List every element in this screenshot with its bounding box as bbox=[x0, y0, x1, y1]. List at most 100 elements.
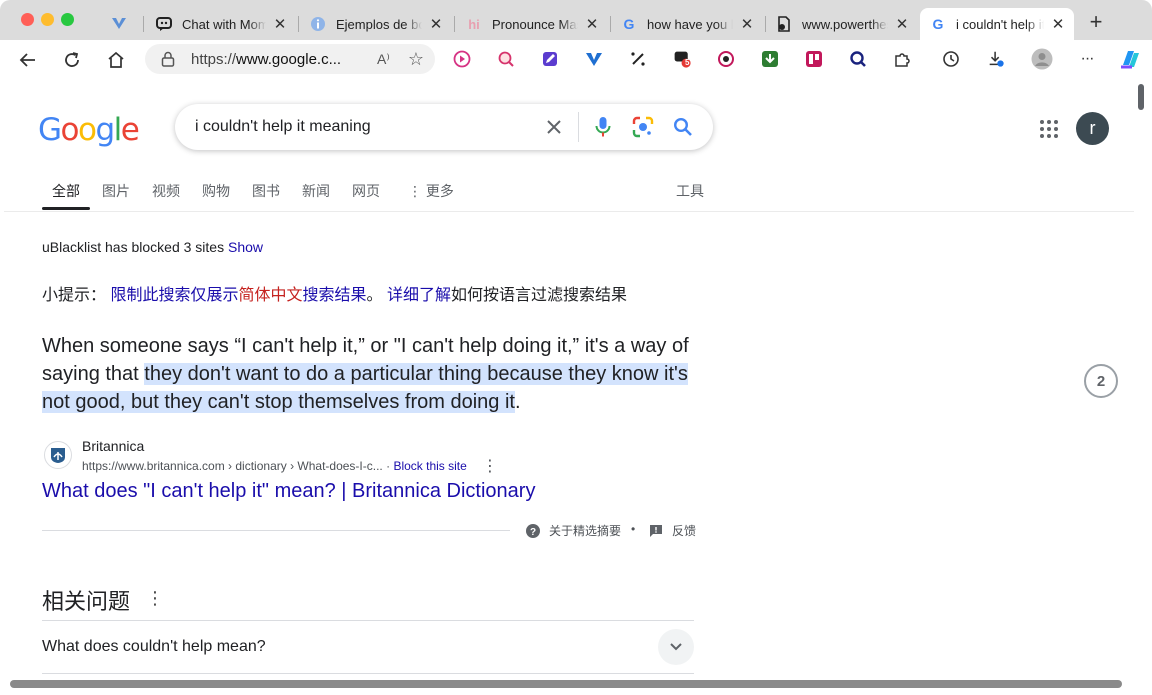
lens-search-icon[interactable] bbox=[623, 107, 663, 147]
source-site-name[interactable]: Britannica bbox=[82, 438, 144, 454]
more-menu-icon[interactable]: ··· bbox=[1078, 50, 1096, 68]
tab-title: Ejemplos de bol bbox=[336, 16, 422, 32]
result-menu-icon[interactable]: ⋮ bbox=[482, 456, 498, 476]
profile-avatar-icon[interactable] bbox=[1031, 48, 1053, 70]
language-tip: 小提示： 限制此搜索仅展示简体中文搜索结果。 详细了解如何按语言过滤搜索结果 bbox=[42, 281, 627, 305]
related-questions-menu-icon[interactable]: ⋮ bbox=[146, 588, 164, 609]
feedback-button[interactable]: 反馈 bbox=[648, 522, 696, 539]
pinned-tab-extension[interactable] bbox=[106, 12, 132, 34]
tip-link-part2: 搜索结果 bbox=[302, 287, 367, 304]
britannica-favicon[interactable] bbox=[44, 441, 72, 469]
ublacklist-text: uBlacklist has blocked 3 sites bbox=[42, 239, 225, 255]
read-aloud-icon[interactable]: A⁾ bbox=[377, 51, 403, 68]
tip-prefix: 小提示： bbox=[42, 287, 107, 304]
tab-active-search[interactable]: G i couldn't help it ✕ bbox=[920, 8, 1074, 40]
tools-button[interactable]: 工具 bbox=[676, 181, 704, 201]
block-site-link[interactable]: Block this site bbox=[393, 459, 466, 473]
tab-more-label: 更多 bbox=[425, 183, 454, 199]
tab-close-icon[interactable]: ✕ bbox=[272, 15, 288, 33]
voice-search-icon[interactable] bbox=[583, 107, 623, 147]
chat-icon bbox=[156, 16, 172, 32]
tab-close-icon[interactable]: ✕ bbox=[584, 15, 600, 33]
tab-close-icon[interactable]: ✕ bbox=[1050, 15, 1066, 33]
tab-more[interactable]: ⋮ 更多 bbox=[408, 181, 454, 201]
tab-pronounce[interactable]: hi Pronounce Mast ✕ bbox=[456, 8, 608, 40]
tab-close-icon[interactable]: ✕ bbox=[894, 15, 910, 33]
video-extension-icon[interactable] bbox=[453, 50, 471, 68]
download-extension-icon[interactable] bbox=[761, 50, 779, 68]
tab-title: i couldn't help it bbox=[956, 16, 1044, 32]
feedback-label: 反馈 bbox=[672, 524, 697, 538]
url-host: www.google.c... bbox=[236, 50, 342, 68]
tab-how-have-you[interactable]: G how have you b ✕ bbox=[611, 8, 763, 40]
downloads-icon[interactable] bbox=[987, 50, 1005, 68]
horizontal-scrollbar[interactable] bbox=[4, 680, 1150, 692]
tab-images[interactable]: 图片 bbox=[102, 181, 130, 201]
close-window-button[interactable] bbox=[21, 13, 34, 26]
edit-extension-icon[interactable] bbox=[541, 50, 559, 68]
tab-news[interactable]: 新闻 bbox=[302, 181, 330, 201]
reload-button[interactable] bbox=[59, 47, 85, 73]
header-divider bbox=[4, 211, 1134, 212]
horizontal-scroll-thumb[interactable] bbox=[10, 680, 1122, 688]
chevron-down-icon[interactable] bbox=[658, 629, 694, 665]
tab-separator bbox=[298, 16, 299, 32]
help-circle-icon: ? bbox=[525, 523, 541, 539]
doc-icon bbox=[776, 16, 792, 32]
lock-icon bbox=[161, 51, 179, 67]
tab-books[interactable]: 图书 bbox=[252, 181, 280, 201]
tab-web[interactable]: 网页 bbox=[352, 181, 380, 201]
url-scheme: https:// bbox=[191, 50, 237, 68]
clear-search-icon[interactable] bbox=[534, 107, 574, 147]
related-question-item[interactable]: What does couldn't help mean? bbox=[42, 638, 266, 656]
tab-ejemplos[interactable]: Ejemplos de bol ✕ bbox=[300, 8, 452, 40]
vertical-scrollbar[interactable] bbox=[1134, 78, 1150, 682]
address-bar[interactable]: https://www.google.c... A⁾ ☆ bbox=[145, 44, 435, 74]
google-icon: G bbox=[932, 16, 944, 32]
record-extension-icon[interactable] bbox=[717, 50, 735, 68]
trello-extension-icon[interactable] bbox=[805, 50, 823, 68]
snippet-divider bbox=[42, 530, 510, 531]
favorite-star-icon[interactable]: ☆ bbox=[403, 49, 429, 70]
hi-icon: hi bbox=[468, 16, 480, 32]
home-button[interactable] bbox=[103, 47, 129, 73]
search-input[interactable]: i couldn't help it meaning bbox=[195, 118, 534, 136]
side-count-badge[interactable]: 2 bbox=[1084, 364, 1118, 398]
download-count-badge: 5 bbox=[685, 58, 690, 67]
result-title-link[interactable]: What does "I can't help it" mean? | Brit… bbox=[42, 480, 535, 503]
bento-extension-icon[interactable]: 5 bbox=[673, 50, 691, 68]
paa-divider bbox=[42, 620, 694, 621]
vertical-scroll-thumb[interactable] bbox=[1138, 84, 1144, 110]
tab-shopping[interactable]: 购物 bbox=[202, 181, 230, 201]
google-logo[interactable]: Google bbox=[38, 112, 140, 148]
tab-chat[interactable]: Chat with Momm ✕ bbox=[146, 8, 296, 40]
tab-close-icon[interactable]: ✕ bbox=[739, 15, 755, 33]
maximize-window-button[interactable] bbox=[61, 13, 74, 26]
learn-more-link[interactable]: 详细了解 bbox=[387, 287, 451, 304]
minimize-window-button[interactable] bbox=[41, 13, 54, 26]
tab-powerthesaurus[interactable]: www.powerthes ✕ bbox=[766, 8, 918, 40]
search-submit-icon[interactable] bbox=[663, 107, 703, 147]
history-icon[interactable] bbox=[942, 50, 960, 68]
copilot-icon[interactable] bbox=[1118, 47, 1142, 71]
search-extension-icon[interactable] bbox=[849, 50, 867, 68]
sparkle-extension-icon[interactable] bbox=[629, 50, 647, 68]
restrict-language-link[interactable]: 限制此搜索仅展示简体中文搜索结果 bbox=[110, 287, 366, 304]
vee-extension-icon[interactable] bbox=[585, 50, 603, 68]
feedback-icon bbox=[648, 523, 664, 539]
logo-letter: o bbox=[78, 112, 97, 148]
google-apps-icon[interactable] bbox=[1038, 118, 1060, 140]
tab-all[interactable]: 全部 bbox=[52, 181, 80, 201]
account-avatar[interactable]: r bbox=[1076, 112, 1109, 145]
tab-close-icon[interactable]: ✕ bbox=[428, 15, 444, 33]
tab-videos[interactable]: 视频 bbox=[152, 181, 180, 201]
search-box[interactable]: i couldn't help it meaning bbox=[175, 104, 713, 150]
tip-suffix: 如何按语言过滤搜索结果 bbox=[451, 287, 628, 304]
back-button[interactable] bbox=[15, 47, 41, 73]
new-tab-button[interactable]: + bbox=[1084, 10, 1108, 34]
lens-extension-icon[interactable] bbox=[497, 50, 515, 68]
about-featured-snippets[interactable]: ? 关于精选摘要 bbox=[525, 522, 621, 539]
ublacklist-show-link[interactable]: Show bbox=[228, 239, 263, 255]
ublacklist-notice: uBlacklist has blocked 3 sites Show bbox=[42, 239, 263, 255]
puzzle-extensions-icon[interactable] bbox=[893, 50, 911, 68]
